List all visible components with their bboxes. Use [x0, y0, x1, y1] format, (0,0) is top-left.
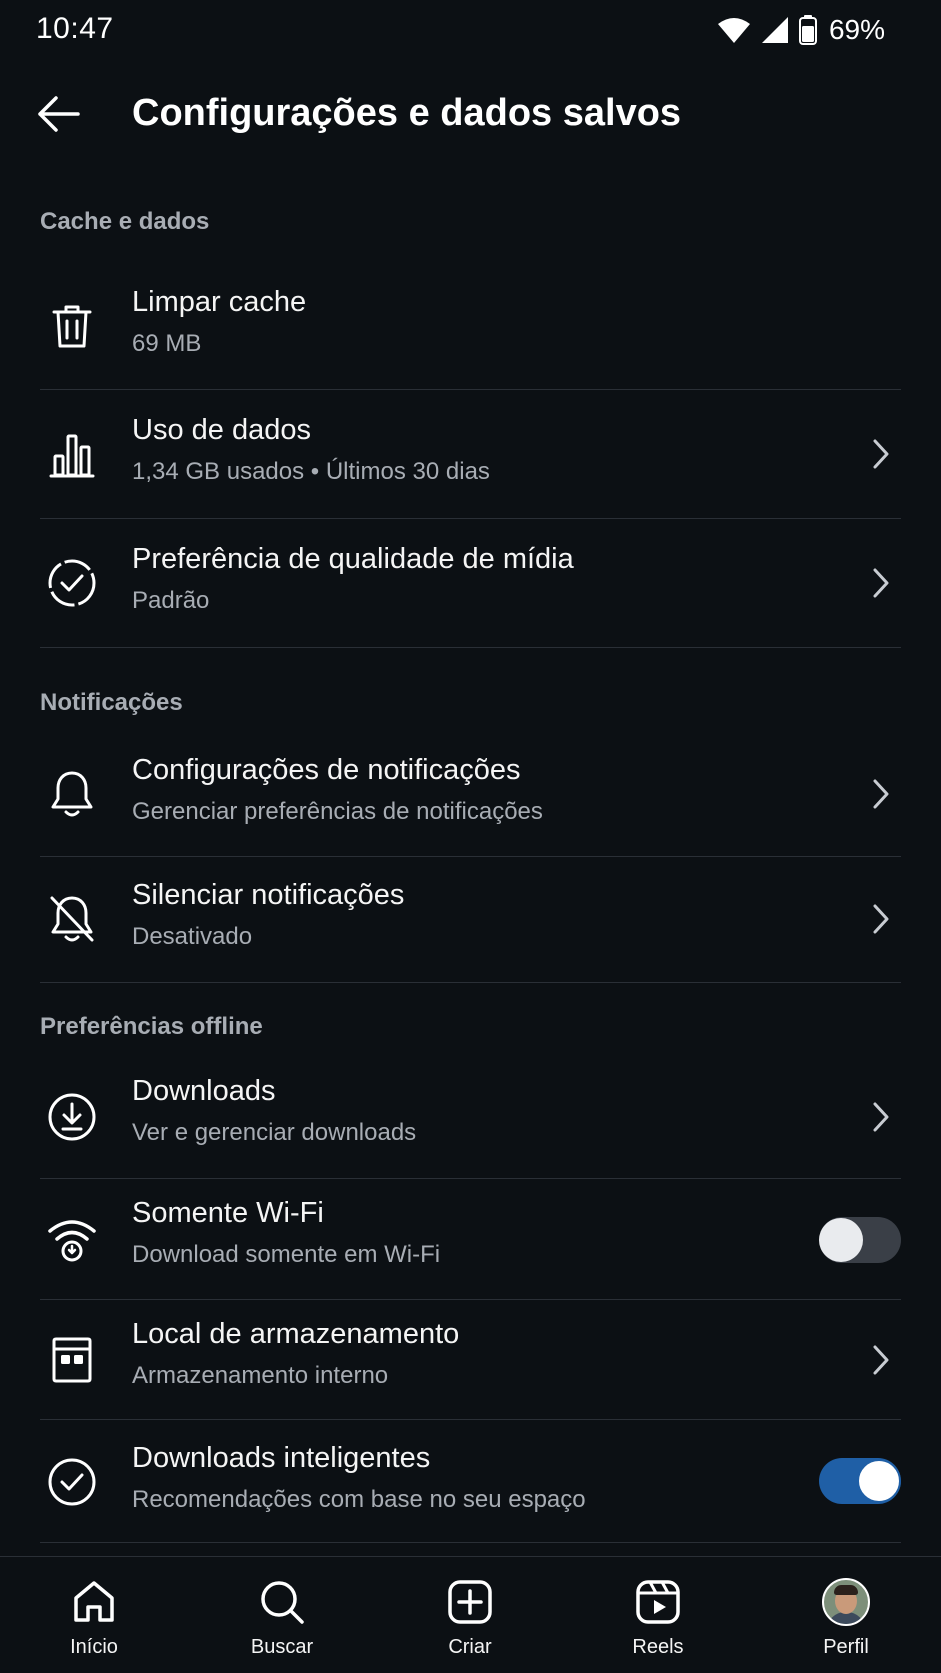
- nav-label: Início: [70, 1636, 118, 1658]
- divider: [40, 1542, 901, 1543]
- row-subtitle: Desativado: [132, 923, 253, 950]
- row-storage-location[interactable]: Local de armazenamento Armazenamento int…: [40, 1300, 901, 1420]
- row-title: Downloads: [132, 1075, 276, 1107]
- toggle-knob: [819, 1218, 863, 1262]
- wifi-download-icon: [44, 1211, 100, 1267]
- row-title: Somente Wi-Fi: [132, 1197, 324, 1229]
- plus-square-icon: [445, 1577, 495, 1627]
- row-subtitle: Gerenciar preferências de notificações: [132, 798, 543, 825]
- avatar: [821, 1577, 871, 1627]
- chevron-right-icon: [869, 776, 893, 812]
- section-header-cache: Cache e dados: [40, 208, 210, 235]
- wifi-only-toggle[interactable]: [819, 1217, 901, 1263]
- home-icon: [69, 1577, 119, 1627]
- divider: [40, 647, 901, 648]
- row-clear-cache[interactable]: Limpar cache 69 MB: [40, 262, 901, 390]
- nav-item-reels[interactable]: Reels: [598, 1557, 718, 1673]
- bar-chart-icon: [44, 426, 100, 482]
- section-header-offline: Preferências offline: [40, 1013, 263, 1040]
- row-title: Downloads inteligentes: [132, 1442, 431, 1474]
- chevron-right-icon: [869, 1099, 893, 1135]
- row-subtitle: Download somente em Wi-Fi: [132, 1241, 441, 1268]
- row-wifi-only[interactable]: Somente Wi-Fi Download somente em Wi-Fi: [40, 1179, 901, 1300]
- nav-item-home[interactable]: Início: [34, 1557, 154, 1673]
- row-subtitle: 1,34 GB usados • Últimos 30 dias: [132, 458, 490, 485]
- status-icons: 69%: [717, 14, 885, 46]
- nav-label: Reels: [632, 1636, 684, 1658]
- row-notification-settings[interactable]: Configurações de notificações Gerenciar …: [40, 730, 901, 857]
- row-subtitle: 69 MB: [132, 330, 202, 357]
- smart-downloads-toggle[interactable]: [819, 1458, 901, 1504]
- download-circle-icon: [44, 1089, 100, 1145]
- row-title: Limpar cache: [132, 286, 307, 318]
- wifi-icon: [717, 16, 751, 44]
- chevron-right-icon: [869, 901, 893, 937]
- back-button[interactable]: [30, 92, 86, 140]
- row-title: Local de armazenamento: [132, 1318, 460, 1350]
- chevron-right-icon: [869, 1342, 893, 1378]
- nav-item-search[interactable]: Buscar: [222, 1557, 342, 1673]
- cellular-signal-icon: [761, 16, 789, 44]
- reels-icon: [633, 1577, 683, 1627]
- bottom-nav: Início Buscar Criar Reels Perfil: [0, 1556, 941, 1673]
- status-bar: 10:47 69%: [0, 0, 941, 62]
- search-icon: [257, 1577, 307, 1627]
- chevron-right-icon: [869, 436, 893, 472]
- profile-avatar: [822, 1578, 870, 1626]
- chevron-right-icon: [869, 565, 893, 601]
- page-header: Configurações e dados salvos: [0, 70, 941, 160]
- page-title: Configurações e dados salvos: [132, 92, 682, 134]
- nav-label: Criar: [448, 1636, 492, 1658]
- row-subtitle: Recomendações com base no seu espaço: [132, 1486, 586, 1513]
- row-mute-notifications[interactable]: Silenciar notificações Desativado: [40, 857, 901, 983]
- toggle-knob: [857, 1459, 901, 1503]
- divider: [40, 982, 901, 983]
- section-header-notifications: Notificações: [40, 689, 183, 716]
- arrow-left-icon: [34, 94, 82, 139]
- battery-percent: 69%: [828, 14, 885, 45]
- bell-off-icon: [44, 891, 100, 947]
- row-subtitle: Padrão: [132, 587, 210, 614]
- status-time: 10:47: [36, 12, 114, 45]
- battery-icon: [798, 15, 817, 45]
- nav-label: Perfil: [823, 1636, 869, 1658]
- check-circle-dashed-icon: [44, 555, 100, 611]
- sd-card-icon: [44, 1332, 100, 1388]
- row-subtitle: Ver e gerenciar downloads: [132, 1119, 417, 1146]
- row-title: Uso de dados: [132, 414, 311, 446]
- bell-icon: [44, 766, 100, 822]
- row-smart-downloads[interactable]: Downloads inteligentes Recomendações com…: [40, 1420, 901, 1543]
- row-downloads[interactable]: Downloads Ver e gerenciar downloads: [40, 1053, 901, 1179]
- trash-icon: [44, 298, 100, 354]
- check-circle-icon: [44, 1454, 100, 1510]
- row-media-quality[interactable]: Preferência de qualidade de mídia Padrão: [40, 519, 901, 648]
- row-title: Configurações de notificações: [132, 754, 521, 786]
- nav-item-profile[interactable]: Perfil: [786, 1557, 906, 1673]
- nav-item-create[interactable]: Criar: [410, 1557, 530, 1673]
- row-data-usage[interactable]: Uso de dados 1,34 GB usados • Últimos 30…: [40, 390, 901, 519]
- row-subtitle: Armazenamento interno: [132, 1362, 389, 1389]
- nav-label: Buscar: [250, 1636, 314, 1658]
- row-title: Preferência de qualidade de mídia: [132, 543, 574, 575]
- row-title: Silenciar notificações: [132, 879, 405, 911]
